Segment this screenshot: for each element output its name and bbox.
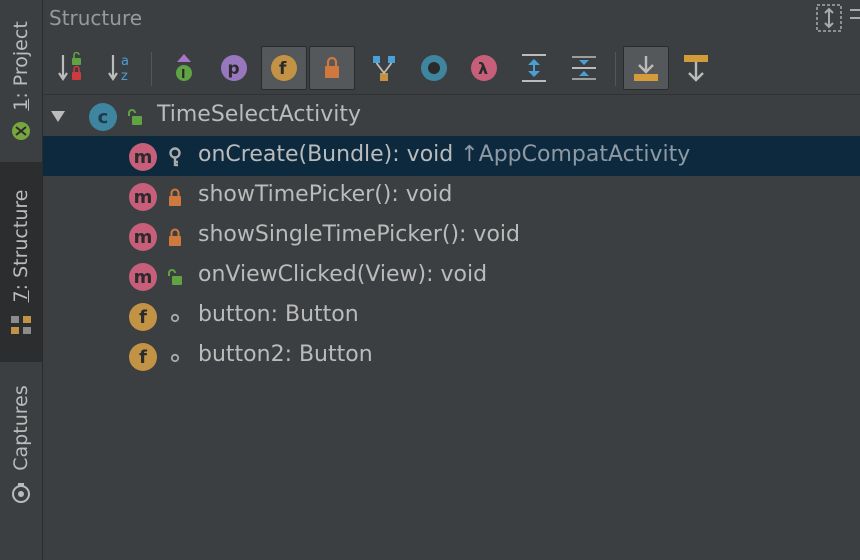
- svg-text:a: a: [121, 54, 129, 69]
- member-name: showTimePicker(): [198, 182, 392, 207]
- show-non-public-icon: [325, 56, 339, 78]
- svg-text:p: p: [228, 59, 240, 79]
- protected-key-icon: [169, 147, 181, 167]
- svg-text:f: f: [279, 59, 287, 79]
- show-lambdas-icon: λ: [471, 55, 497, 81]
- structure-icon: [11, 316, 31, 334]
- svg-text:I: I: [181, 67, 185, 81]
- method-badge-icon: m: [129, 223, 157, 251]
- member-signature: showTimePicker(): void: [198, 182, 452, 207]
- show-non-public-button[interactable]: [309, 46, 355, 90]
- public-lock-icon: [128, 109, 142, 125]
- class-name: TimeSelectActivity: [157, 102, 361, 127]
- tool-window-stripe: 1: Project 7: Structure Captures: [0, 0, 43, 560]
- structure-tool-button[interactable]: 7: Structure: [0, 162, 42, 362]
- expand-all-button[interactable]: [511, 46, 557, 90]
- tree-row-field[interactable]: f button: Button: [43, 296, 860, 336]
- show-properties-button[interactable]: p: [211, 46, 257, 90]
- tree-row-method[interactable]: m showTimePicker(): void: [43, 176, 860, 216]
- show-properties-icon: p: [221, 55, 247, 81]
- svg-text:z: z: [121, 69, 128, 84]
- member-name: onCreate(Bundle): [198, 142, 393, 167]
- member-type: : void: [459, 222, 520, 247]
- show-interfaces-button[interactable]: [411, 46, 457, 90]
- member-type: : Button: [284, 342, 373, 367]
- method-badge-icon: m: [129, 263, 157, 291]
- structure-tool-label: 7: Structure: [10, 189, 32, 303]
- panel-header: Structure: [43, 0, 860, 36]
- toolbar-separator: [615, 52, 616, 86]
- method-badge-icon: m: [129, 183, 157, 211]
- collapse-all-icon: [572, 56, 596, 80]
- autoscroll-from-source-icon: [684, 55, 708, 82]
- member-name: button2: [198, 342, 285, 367]
- project-tool-button[interactable]: 1: Project: [0, 0, 42, 150]
- field-badge-icon: f: [129, 303, 157, 331]
- show-anonymous-classes-button[interactable]: [361, 46, 407, 90]
- autoscroll-to-source-button[interactable]: [623, 46, 669, 90]
- hide-panel-icon[interactable]: [848, 6, 860, 30]
- member-signature: onCreate(Bundle): void ↑AppCompatActivit…: [198, 142, 690, 167]
- project-tool-label: 1: Project: [10, 21, 32, 111]
- public-lock-icon: [168, 269, 182, 285]
- private-lock-icon: [169, 228, 181, 246]
- member-name: onViewClicked(View): [198, 262, 427, 287]
- package-private-dot-icon: [170, 353, 180, 363]
- member-signature: button2: Button: [198, 342, 373, 367]
- show-fields-button[interactable]: f: [261, 46, 307, 90]
- member-type: : void: [391, 182, 453, 207]
- structure-panel: Structure a z I p f λ c TimeSelectActivi…: [43, 0, 860, 560]
- tree-row-method[interactable]: m onCreate(Bundle): void ↑AppCompatActivi…: [43, 136, 860, 176]
- class-badge-icon: c: [89, 103, 117, 131]
- sort-by-visibility-button[interactable]: [49, 46, 95, 90]
- member-type: : void: [392, 142, 454, 167]
- sort-by-visibility-icon: [58, 52, 81, 81]
- autoscroll-to-source-icon: [634, 56, 658, 81]
- member-signature: showSingleTimePicker(): void: [198, 222, 520, 247]
- panel-title: Structure: [49, 6, 143, 30]
- captures-tool-label: Captures: [10, 385, 32, 471]
- member-type: : void: [426, 262, 488, 287]
- field-badge-icon: f: [129, 343, 157, 371]
- sort-alphabetically-button[interactable]: a z: [99, 46, 145, 90]
- panel-header-tools: [816, 2, 860, 32]
- member-name: showSingleTimePicker(): [198, 222, 460, 247]
- toolbar-separator: [151, 52, 152, 86]
- private-lock-icon: [169, 188, 181, 206]
- captures-icon: [12, 483, 30, 503]
- sort-alphabetically-icon: a z: [108, 54, 129, 84]
- expand-arrow-icon[interactable]: [49, 107, 67, 125]
- show-anonymous-classes-icon: [373, 56, 395, 81]
- tree-row-class[interactable]: c TimeSelectActivity: [43, 96, 860, 136]
- collapse-all-button[interactable]: [561, 46, 607, 90]
- tree-row-method[interactable]: m onViewClicked(View): void: [43, 256, 860, 296]
- member-type: : Button: [270, 302, 359, 327]
- package-private-dot-icon: [170, 313, 180, 323]
- tree-row-field[interactable]: f button2: Button: [43, 336, 860, 376]
- captures-tool-button[interactable]: Captures: [0, 372, 42, 512]
- show-inherited-icon: I: [176, 54, 192, 81]
- show-fields-icon: f: [271, 55, 297, 81]
- show-interfaces-icon: [421, 55, 447, 81]
- autoscroll-from-source-button[interactable]: [673, 46, 719, 90]
- show-inherited-button[interactable]: I: [161, 46, 207, 90]
- tree-row-method[interactable]: m showSingleTimePicker(): void: [43, 216, 860, 256]
- member-signature: button: Button: [198, 302, 359, 327]
- expand-all-icon: [522, 54, 546, 82]
- member-signature: onViewClicked(View): void: [198, 262, 487, 287]
- android-icon: [12, 122, 30, 140]
- method-badge-icon: m: [129, 143, 157, 171]
- show-lambdas-button[interactable]: λ: [461, 46, 507, 90]
- panel-settings-icon[interactable]: [816, 4, 842, 32]
- overrides-super: ↑AppCompatActivity: [460, 142, 691, 167]
- svg-text:λ: λ: [478, 59, 488, 78]
- member-name: button: [198, 302, 271, 327]
- structure-toolbar: a z I p f λ: [43, 40, 860, 95]
